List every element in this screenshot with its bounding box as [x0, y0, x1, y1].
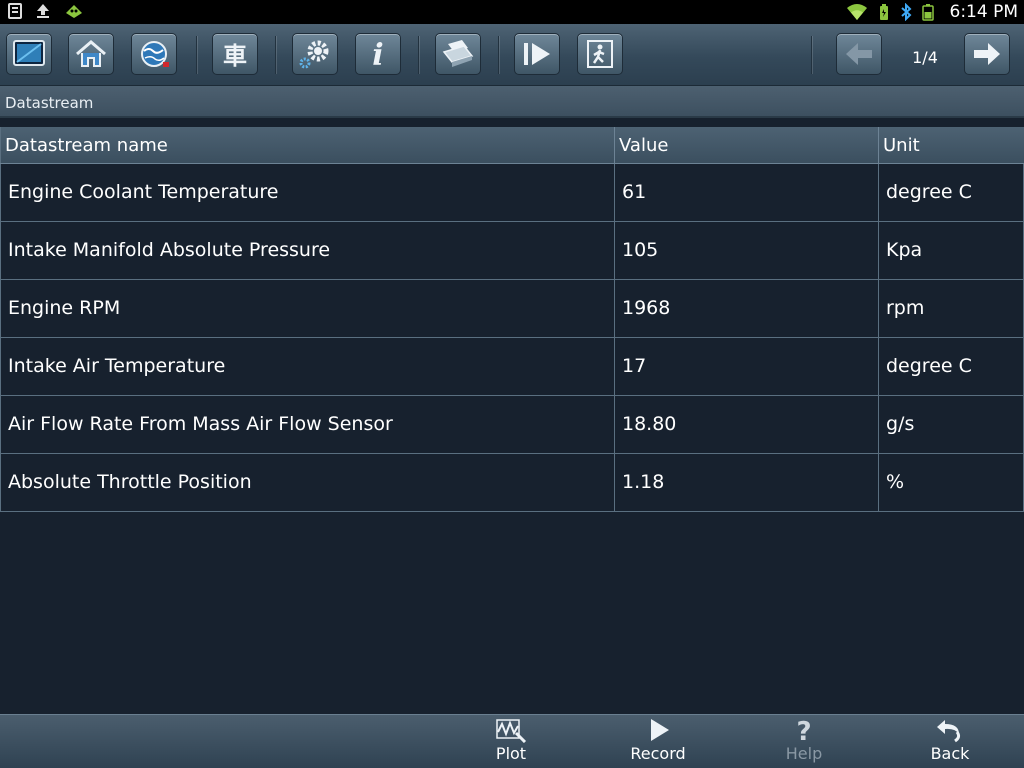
svg-text:?: ?: [796, 717, 811, 743]
home-button[interactable]: [68, 33, 114, 75]
screen-button[interactable]: [6, 33, 52, 75]
info-icon: i: [363, 38, 393, 70]
table-row[interactable]: Absolute Throttle Position 1.18 %: [0, 454, 1024, 512]
print-button[interactable]: [435, 33, 481, 75]
play-button[interactable]: [514, 33, 560, 75]
arrow-right-icon: [970, 40, 1004, 68]
arrow-left-icon: [842, 40, 876, 68]
bluetooth-icon: [900, 3, 912, 21]
record-icon: [641, 717, 675, 743]
row-unit: rpm: [879, 280, 1024, 337]
row-value: 105: [615, 222, 879, 279]
row-unit: %: [879, 454, 1024, 511]
toolbar-separator: [196, 36, 197, 74]
toolbar: 車 i 1/4: [0, 24, 1024, 86]
prev-page-button[interactable]: [836, 33, 882, 75]
toolbar-separator: [418, 36, 419, 74]
settings-button[interactable]: [292, 33, 338, 75]
row-value: 1968: [615, 280, 879, 337]
row-unit: g/s: [879, 396, 1024, 453]
row-value: 61: [615, 164, 879, 221]
screen-icon: [12, 39, 46, 69]
globe-button[interactable]: [131, 33, 177, 75]
row-name: Intake Manifold Absolute Pressure: [0, 222, 615, 279]
row-name: Intake Air Temperature: [0, 338, 615, 395]
svg-text:車: 車: [223, 41, 247, 69]
globe-icon: [137, 39, 171, 69]
page-indicator: 1/4: [912, 48, 938, 67]
wifi-icon: [846, 3, 868, 21]
info-button[interactable]: i: [355, 33, 401, 75]
upload-icon: [36, 3, 50, 19]
table-row[interactable]: Engine RPM 1968 rpm: [0, 280, 1024, 338]
row-value: 18.80: [615, 396, 879, 453]
home-icon: [74, 39, 108, 69]
back-label: Back: [930, 744, 970, 763]
plot-icon: [494, 717, 528, 743]
row-value: 1.18: [615, 454, 879, 511]
row-value: 17: [615, 338, 879, 395]
column-header-name: Datastream name: [0, 127, 615, 163]
toolbar-separator: [498, 36, 499, 74]
battery-icon: [921, 3, 934, 21]
table-header: Datastream name Value Unit: [0, 127, 1024, 164]
datastream-table: Datastream name Value Unit Engine Coolan…: [0, 127, 1024, 512]
exit-icon: [583, 38, 617, 70]
table-row[interactable]: Engine Coolant Temperature 61 degree C: [0, 164, 1024, 222]
row-unit: degree C: [879, 338, 1024, 395]
row-name: Engine Coolant Temperature: [0, 164, 615, 221]
status-bar: 6:14 PM: [0, 0, 1024, 24]
table-row[interactable]: Intake Manifold Absolute Pressure 105 Kp…: [0, 222, 1024, 280]
bottom-action-bar: Plot Record ? Help Back: [0, 714, 1024, 768]
help-label: Help: [785, 744, 823, 763]
plot-label: Plot: [495, 744, 527, 763]
battery-saver-icon: [878, 3, 890, 21]
table-row[interactable]: Air Flow Rate From Mass Air Flow Sensor …: [0, 396, 1024, 454]
vehicle-icon: 車: [218, 39, 252, 69]
row-name: Absolute Throttle Position: [0, 454, 615, 511]
row-name: Engine RPM: [0, 280, 615, 337]
android-debug-icon: [64, 3, 84, 19]
toolbar-separator: [275, 36, 276, 74]
help-icon: ?: [787, 717, 821, 743]
column-header-unit: Unit: [883, 135, 920, 156]
breadcrumb: Datastream: [0, 86, 1024, 118]
column-header-value: Value: [615, 127, 879, 163]
exit-button[interactable]: [577, 33, 623, 75]
record-button[interactable]: Record: [618, 717, 698, 767]
next-page-button[interactable]: [964, 33, 1010, 75]
svg-text:i: i: [372, 38, 383, 70]
back-icon: [933, 717, 967, 743]
back-button[interactable]: Back: [910, 717, 990, 767]
table-row[interactable]: Intake Air Temperature 17 degree C: [0, 338, 1024, 396]
toolbar-separator: [811, 36, 812, 74]
vehicle-button[interactable]: 車: [212, 33, 258, 75]
sd-card-icon: [8, 3, 22, 19]
status-time: 6:14 PM: [949, 2, 1019, 22]
play-icon: [519, 39, 555, 69]
plot-button[interactable]: Plot: [471, 717, 551, 767]
print-icon: [440, 38, 476, 70]
row-name: Air Flow Rate From Mass Air Flow Sensor: [0, 396, 615, 453]
row-unit: Kpa: [879, 222, 1024, 279]
row-unit: degree C: [879, 164, 1024, 221]
help-button[interactable]: ? Help: [764, 717, 844, 767]
settings-icon: [297, 38, 333, 70]
record-label: Record: [630, 744, 686, 763]
